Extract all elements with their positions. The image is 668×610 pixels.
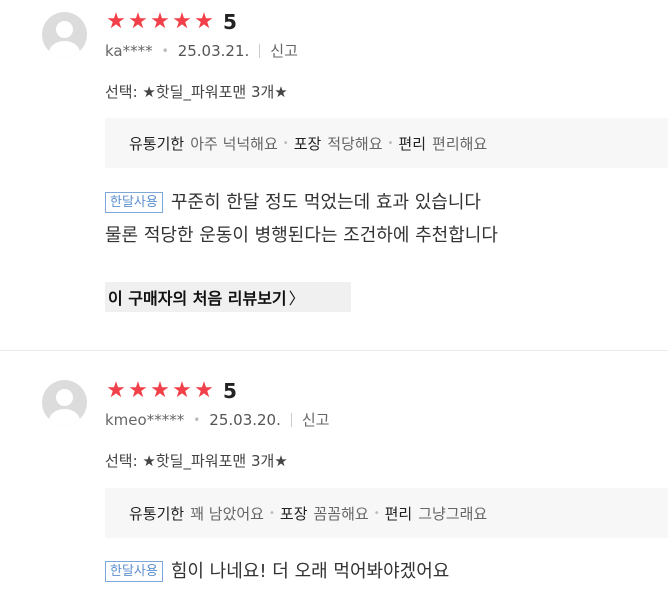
star-icon: ★ xyxy=(194,9,214,34)
star-icon: ★ xyxy=(194,378,214,403)
star-icon: ★ xyxy=(172,9,192,34)
eval-value: 아주 넉넉해요 xyxy=(190,134,278,153)
star-icon: ★ xyxy=(128,378,148,403)
review-text: 꾸준히 한달 정도 먹었는데 효과 있습니다 xyxy=(170,192,481,213)
meta-dot-separator: • xyxy=(161,43,169,58)
review-content: 한달사용 꾸준히 한달 정도 먹었는데 효과 있습니다 물론 적당한 운동이 병행… xyxy=(105,186,498,252)
eval-dot-separator: • xyxy=(373,507,380,519)
eval-value: 편리해요 xyxy=(432,134,488,153)
report-button[interactable]: 신고 xyxy=(270,40,298,61)
review-text: 물론 적당한 운동이 병행된다는 조건하에 추천합니다 xyxy=(105,225,498,246)
rating-score: 5 xyxy=(223,379,237,403)
chevron-right-icon: 〉 xyxy=(288,289,305,308)
rating: ★ ★ ★ ★ ★ 5 xyxy=(105,378,237,404)
eval-dot-separator: • xyxy=(282,137,289,149)
star-icon: ★ xyxy=(106,9,126,34)
usage-tag: 한달사용 xyxy=(105,561,163,582)
eval-key: 편리 xyxy=(398,134,427,153)
eval-key: 포장 xyxy=(279,504,308,523)
review-content: 한달사용 힘이 나네요! 더 오래 먹어봐야겠어요 xyxy=(105,555,449,588)
review-item: ★ ★ ★ ★ ★ 5 ka**** • 25.03.21. 신고 선택: ★핫… xyxy=(0,0,668,350)
rating: ★ ★ ★ ★ ★ 5 xyxy=(105,9,237,35)
evaluation-summary: 유통기한 꽤 남았어요 • 포장 꼼꼼해요 • 편리 그냥그래요 xyxy=(105,488,668,538)
review-line: 한달사용 힘이 나네요! 더 오래 먹어봐야겠어요 xyxy=(105,555,449,588)
avatar xyxy=(42,380,87,425)
eval-key: 유통기한 xyxy=(129,134,185,153)
star-icon: ★ xyxy=(172,378,192,403)
avatar-body-shape xyxy=(49,409,80,425)
review-meta: kmeo***** • 25.03.20. 신고 xyxy=(105,409,329,430)
reviewer-id: kmeo***** xyxy=(105,410,185,429)
eval-key: 포장 xyxy=(293,134,322,153)
first-review-label: 이 구매자의 처음 리뷰보기 xyxy=(108,289,287,308)
eval-value: 그냥그래요 xyxy=(418,504,488,523)
star-icon: ★ xyxy=(106,378,126,403)
usage-tag: 한달사용 xyxy=(105,192,163,213)
review-item: ★ ★ ★ ★ ★ 5 kmeo***** • 25.03.20. 신고 선택:… xyxy=(0,350,668,610)
review-meta: ka**** • 25.03.21. 신고 xyxy=(105,40,298,61)
reviewer-id: ka**** xyxy=(105,41,153,60)
star-rating: ★ ★ ★ ★ ★ xyxy=(105,9,215,35)
evaluation-summary: 유통기한 아주 넉넉해요 • 포장 적당해요 • 편리 편리해요 xyxy=(105,118,668,168)
eval-value: 꼼꼼해요 xyxy=(313,504,369,523)
star-icon: ★ xyxy=(150,9,170,34)
eval-dot-separator: • xyxy=(387,137,394,149)
purchase-option: 선택: ★핫딜_파워포맨 3개★ xyxy=(105,83,288,101)
eval-key: 유통기한 xyxy=(129,504,185,523)
eval-dot-separator: • xyxy=(268,507,275,519)
avatar-body-shape xyxy=(49,41,80,57)
meta-divider xyxy=(290,412,292,427)
review-date: 25.03.21. xyxy=(177,41,250,60)
eval-key: 편리 xyxy=(384,504,413,523)
rating-score: 5 xyxy=(223,10,237,34)
purchase-option: 선택: ★핫딜_파워포맨 3개★ xyxy=(105,452,288,470)
avatar-head-shape xyxy=(56,21,73,38)
eval-value: 꽤 남았어요 xyxy=(190,504,264,523)
review-line: 한달사용 꾸준히 한달 정도 먹었는데 효과 있습니다 xyxy=(105,186,498,219)
first-review-link[interactable]: 이 구매자의 처음 리뷰보기 〉 xyxy=(105,282,351,312)
star-icon: ★ xyxy=(128,9,148,34)
review-text: 힘이 나네요! 더 오래 먹어봐야겠어요 xyxy=(170,561,450,582)
eval-value: 적당해요 xyxy=(327,134,383,153)
avatar xyxy=(42,12,87,57)
avatar-head-shape xyxy=(56,389,73,406)
review-date: 25.03.20. xyxy=(209,410,281,429)
report-button[interactable]: 신고 xyxy=(302,409,330,430)
meta-divider xyxy=(259,43,261,58)
star-rating: ★ ★ ★ ★ ★ xyxy=(105,378,215,404)
star-icon: ★ xyxy=(150,378,170,403)
meta-dot-separator: • xyxy=(193,412,201,427)
